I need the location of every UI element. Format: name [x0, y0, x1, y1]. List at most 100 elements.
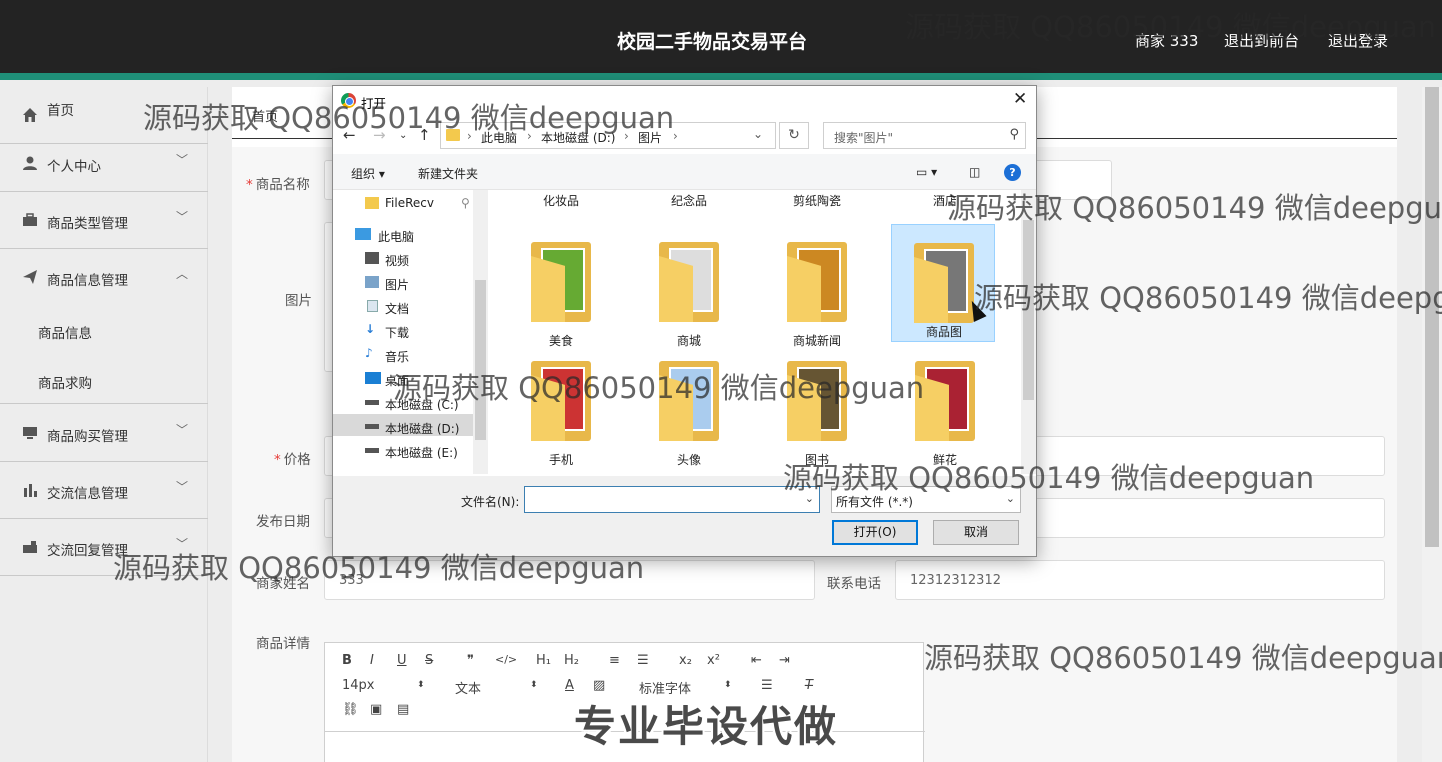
new-folder-button[interactable]: 新建文件夹 [418, 165, 478, 182]
folder-tile[interactable]: 美食 [509, 234, 613, 352]
back-front-link[interactable]: 退出到前台 [1224, 30, 1299, 51]
link-icon[interactable]: ⛓ [342, 702, 359, 717]
sidebar-item-label: 商品信息管理 [47, 273, 128, 289]
sidebar-subitem-product-wanted[interactable]: 商品求购 [38, 372, 92, 392]
tree-item-music[interactable]: ♪ 音乐 [365, 346, 409, 365]
italic-button[interactable]: I [370, 653, 374, 668]
sidebar-item-personal[interactable]: 个人中心 ﹀ [0, 135, 208, 192]
clear-format-icon[interactable]: T̶ [805, 678, 813, 693]
send-icon [23, 270, 37, 284]
sidebar-subitem-product-info[interactable]: 商品信息 [38, 322, 92, 342]
download-icon: ↓ [365, 322, 376, 336]
bullet-list-button[interactable]: ☰ [637, 653, 649, 668]
back-arrow-icon[interactable]: ← [343, 126, 356, 144]
grid-scrollbar[interactable] [1021, 190, 1036, 474]
breadcrumb-home[interactable]: 首页 [252, 106, 278, 125]
tree-item-pictures[interactable]: 图片 [365, 276, 409, 293]
strike-button[interactable]: S [425, 653, 433, 668]
close-icon[interactable]: ✕ [1013, 89, 1027, 109]
h1-button[interactable]: H₁ [536, 653, 551, 668]
drive-icon [365, 424, 379, 429]
folder-tile[interactable]: 化妆品 [509, 190, 613, 212]
sidebar-item-reply[interactable]: 交流回复管理 ﹀ [0, 519, 208, 576]
folder-icon [365, 197, 379, 209]
filename-input[interactable]: ⌄ [524, 486, 820, 513]
help-icon[interactable]: ? [1004, 164, 1021, 181]
chevron-down-icon: ﹀ [176, 480, 189, 494]
tree-scrollbar[interactable] [473, 190, 488, 474]
sidebar-item-message[interactable]: 交流信息管理 ﹀ [0, 462, 208, 519]
scrollbar-thumb[interactable] [1425, 87, 1439, 547]
tree-item-documents[interactable]: 文档 [365, 300, 409, 317]
file-type-select[interactable]: 所有文件 (*.*) ⌄ [831, 486, 1021, 513]
drive-icon [365, 448, 379, 453]
refresh-button[interactable]: ↻ [779, 122, 809, 149]
sidebar-item-label: 商品类型管理 [47, 216, 128, 232]
sidebar-item-label: 交流回复管理 [47, 543, 128, 559]
chevron-down-icon[interactable]: ⌄ [753, 127, 763, 141]
bold-button[interactable]: B [342, 653, 352, 668]
scrollbar-thumb[interactable] [475, 280, 486, 440]
tree-item-filerecv[interactable]: FileRecv [365, 196, 434, 210]
forward-arrow-icon[interactable]: → [373, 126, 386, 144]
tree-item-this-pc[interactable]: 此电脑 [355, 228, 414, 245]
cancel-button[interactable]: 取消 [933, 520, 1019, 545]
font-color-icon[interactable]: A [565, 678, 574, 693]
folder-tile[interactable]: 商城新闻 [765, 234, 869, 352]
folder-tile[interactable]: 纪念品 [637, 190, 741, 212]
sidebar-item-product[interactable]: 商品信息管理 ︿ 商品信息 商品求购 [0, 249, 208, 404]
folder-tile[interactable]: 手机 [509, 353, 613, 471]
folder-tile-selected[interactable]: 商品图 [891, 224, 995, 342]
open-button[interactable]: 打开(O) [832, 520, 918, 545]
h2-button[interactable]: H₂ [564, 653, 579, 668]
image-icon[interactable]: ▣ [370, 702, 382, 717]
folder-tile[interactable]: 剪纸陶瓷 [765, 190, 869, 212]
organize-button[interactable]: 组织 ▾ [351, 165, 385, 182]
chevron-updown-icon: ⬍ [724, 680, 732, 690]
video-icon[interactable]: ▤ [397, 702, 409, 717]
font-size-select[interactable]: 14px [342, 678, 375, 693]
path-pictures[interactable]: 图片 [638, 129, 662, 146]
code-button[interactable]: </> [495, 653, 517, 666]
sidebar-item-category[interactable]: 商品类型管理 ﹀ [0, 192, 208, 249]
preview-pane-icon[interactable]: ◫ [969, 165, 980, 179]
folder-tile[interactable]: 酒店 [893, 190, 997, 212]
logout-link[interactable]: 退出登录 [1328, 30, 1388, 51]
phone-input[interactable]: 12312312312 [895, 560, 1385, 600]
align-icon[interactable]: ☰ [761, 678, 773, 693]
pin-icon: ⚲ [461, 196, 470, 210]
search-input[interactable]: 搜索"图片" ⚲ [823, 122, 1026, 149]
folder-tile[interactable]: 图书 [765, 353, 869, 471]
path-this-pc[interactable]: 此电脑 [481, 129, 517, 146]
quote-button[interactable]: ❞ [467, 653, 474, 668]
indent-button[interactable]: ⇥ [779, 653, 790, 668]
folder-tile[interactable]: 商城 [637, 234, 741, 352]
address-bar[interactable]: › 此电脑 › 本地磁盘 (D:) › 图片 › ⌄ [440, 122, 776, 149]
path-drive-d[interactable]: 本地磁盘 (D:) [541, 129, 615, 146]
user-name[interactable]: 商家 333 [1135, 30, 1198, 51]
outdent-button[interactable]: ⇤ [751, 653, 762, 668]
price-label: * 价格 [274, 452, 311, 468]
chevron-down-icon[interactable]: ⌄ [805, 492, 814, 505]
tree-item-downloads[interactable]: ↓ 下载 [365, 322, 409, 341]
paragraph-select[interactable]: 文本 [455, 678, 481, 697]
tree-item-drive-d[interactable]: 本地磁盘 (D:) [365, 420, 459, 437]
background-color-icon[interactable]: ▨ [593, 678, 605, 693]
underline-button[interactable]: U [397, 653, 407, 668]
scrollbar-thumb[interactable] [1023, 220, 1034, 400]
tree-item-desktop[interactable]: 桌面 [365, 372, 409, 389]
subscript-button[interactable]: x₂ [679, 653, 692, 668]
folder-tile[interactable]: 头像 [637, 353, 741, 471]
tree-item-drive-c[interactable]: 本地磁盘 (C:) [365, 396, 459, 413]
view-options-icon[interactable]: ▭ ▾ [916, 165, 937, 179]
sidebar-item-purchase[interactable]: 商品购买管理 ﹀ [0, 405, 208, 462]
page-scrollbar[interactable] [1422, 87, 1442, 762]
ordered-list-button[interactable]: ≡ [609, 653, 620, 668]
folder-tile[interactable]: 鲜花 [893, 353, 997, 471]
recent-dropdown-icon[interactable]: ⌄ [399, 130, 407, 141]
tree-item-videos[interactable]: 视频 [365, 252, 409, 269]
tree-item-drive-e[interactable]: 本地磁盘 (E:) [365, 444, 458, 461]
up-arrow-icon[interactable]: ↑ [418, 126, 431, 144]
superscript-button[interactable]: x² [707, 653, 720, 668]
merchant-input[interactable]: 333 [324, 560, 815, 600]
